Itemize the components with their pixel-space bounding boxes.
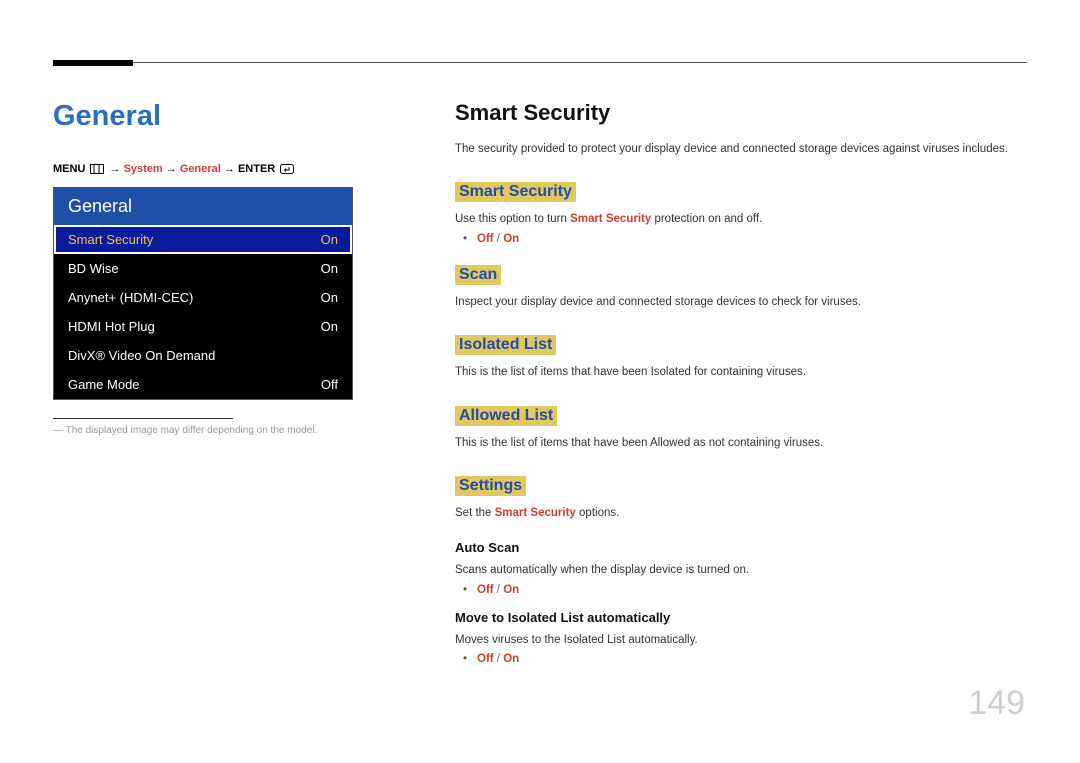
section-title-smart-security: Smart Security bbox=[455, 100, 1030, 126]
text-highlight: Smart Security bbox=[570, 213, 651, 225]
heading-scan: Scan bbox=[455, 265, 501, 285]
breadcrumb-menu: MENU bbox=[53, 163, 85, 175]
menu-row-bd-wise[interactable]: BD Wise On bbox=[54, 254, 352, 283]
footnote-rule bbox=[53, 418, 233, 419]
menu-row-hdmi-hot-plug[interactable]: HDMI Hot Plug On bbox=[54, 312, 352, 341]
left-column: General MENU → System → General → ENTER … bbox=[53, 100, 408, 436]
text: options. bbox=[576, 507, 619, 519]
menu-row-game-mode[interactable]: Game Mode Off bbox=[54, 370, 352, 399]
menu-row-value: On bbox=[321, 232, 338, 247]
menu-mock-title: General bbox=[54, 188, 352, 225]
menu-row-label: Game Mode bbox=[68, 377, 140, 392]
heading-isolated-list: Isolated List bbox=[455, 335, 556, 355]
heading-smart-security: Smart Security bbox=[455, 182, 576, 202]
text: protection on and off. bbox=[651, 213, 762, 225]
menu-row-smart-security[interactable]: Smart Security On bbox=[54, 225, 352, 254]
settings-desc: Set the Smart Security options. bbox=[455, 504, 1030, 522]
heading-auto-scan: Auto Scan bbox=[455, 540, 1030, 555]
breadcrumb: MENU → System → General → ENTER bbox=[53, 163, 408, 175]
breadcrumb-enter: ENTER bbox=[238, 163, 275, 175]
menu-mock: General Smart Security On BD Wise On Any… bbox=[53, 187, 353, 400]
option-sep: / bbox=[494, 584, 504, 596]
heading-move-isolated: Move to Isolated List automatically bbox=[455, 610, 1030, 625]
scan-desc: Inspect your display device and connecte… bbox=[455, 293, 1030, 311]
option-off: Off bbox=[477, 653, 494, 665]
option-on: On bbox=[503, 653, 519, 665]
menu-row-value: Off bbox=[321, 377, 338, 392]
page-number: 149 bbox=[968, 684, 1025, 723]
menu-row-value: On bbox=[321, 261, 338, 276]
menu-row-anynet[interactable]: Anynet+ (HDMI-CEC) On bbox=[54, 283, 352, 312]
menu-row-label: Smart Security bbox=[68, 232, 153, 247]
option-off: Off bbox=[477, 233, 494, 245]
smart-security-options: Off / On bbox=[455, 233, 1030, 245]
menu-icon bbox=[90, 164, 104, 174]
option-on: On bbox=[503, 584, 519, 596]
breadcrumb-general: General bbox=[180, 163, 221, 175]
menu-row-divx[interactable]: DivX® Video On Demand bbox=[54, 341, 352, 370]
text-highlight: Smart Security bbox=[495, 507, 576, 519]
auto-scan-desc: Scans automatically when the display dev… bbox=[455, 561, 1030, 579]
option-on: On bbox=[503, 233, 519, 245]
header-accent bbox=[53, 60, 133, 66]
menu-row-label: BD Wise bbox=[68, 261, 119, 276]
auto-scan-options: Off / On bbox=[455, 584, 1030, 596]
option-off: Off bbox=[477, 584, 494, 596]
text: Use this option to turn bbox=[455, 213, 570, 225]
breadcrumb-arrow: → bbox=[224, 163, 235, 175]
breadcrumb-arrow: → bbox=[166, 163, 177, 175]
menu-row-label: Anynet+ (HDMI-CEC) bbox=[68, 290, 193, 305]
heading-allowed-list: Allowed List bbox=[455, 406, 557, 426]
move-isolated-desc: Moves viruses to the Isolated List autom… bbox=[455, 631, 1030, 649]
allowed-desc: This is the list of items that have been… bbox=[455, 434, 1030, 452]
page-title-left: General bbox=[53, 100, 408, 133]
intro-text: The security provided to protect your di… bbox=[455, 140, 1030, 158]
heading-settings: Settings bbox=[455, 476, 526, 496]
isolated-desc: This is the list of items that have been… bbox=[455, 363, 1030, 381]
option-sep: / bbox=[494, 653, 504, 665]
menu-row-label: DivX® Video On Demand bbox=[68, 348, 215, 363]
option-sep: / bbox=[494, 233, 504, 245]
move-isolated-options: Off / On bbox=[455, 653, 1030, 665]
text: Set the bbox=[455, 507, 495, 519]
header-rule bbox=[53, 62, 1027, 65]
breadcrumb-arrow: → bbox=[110, 163, 121, 175]
menu-row-label: HDMI Hot Plug bbox=[68, 319, 155, 334]
menu-row-value: On bbox=[321, 290, 338, 305]
menu-row-value: On bbox=[321, 319, 338, 334]
right-column: Smart Security The security provided to … bbox=[455, 100, 1030, 679]
footnote: The displayed image may differ depending… bbox=[53, 425, 408, 436]
breadcrumb-system: System bbox=[124, 163, 163, 175]
smart-security-desc: Use this option to turn Smart Security p… bbox=[455, 210, 1030, 228]
enter-icon bbox=[280, 164, 294, 174]
